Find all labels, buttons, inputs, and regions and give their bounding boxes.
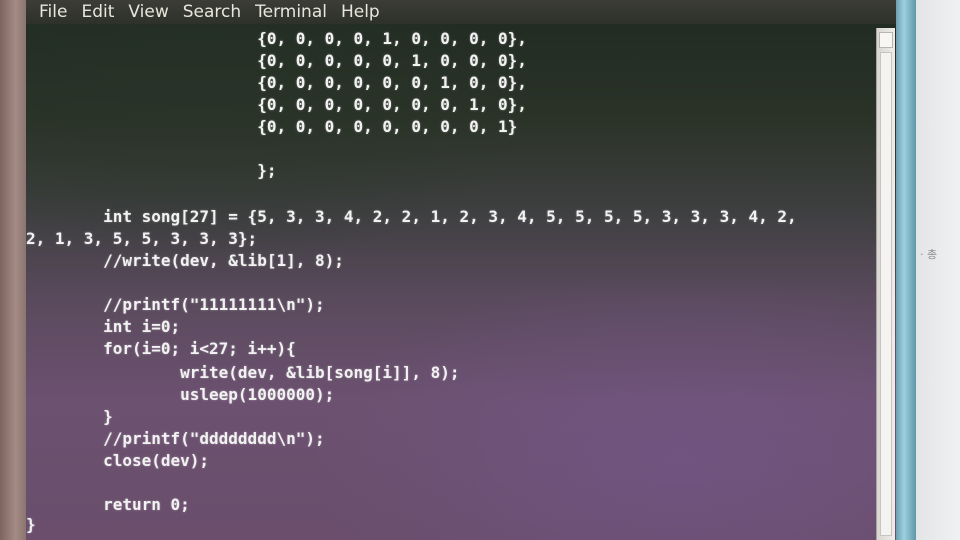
code-line: {0, 0, 0, 0, 1, 0, 0, 0, 0}, [26, 29, 527, 48]
code-line: {0, 0, 0, 0, 0, 0, 0, 1, 0}, [26, 95, 527, 114]
code-line: write(dev, &lib[song[i]], 8); [26, 363, 460, 382]
menu-help[interactable]: Help [334, 1, 387, 23]
screen: File Edit View Search Terminal Help {0, … [0, 0, 960, 540]
code-line: }; [26, 161, 277, 180]
code-line: {0, 0, 0, 0, 0, 0, 1, 0, 0}, [26, 73, 527, 92]
menu-bar: File Edit View Search Terminal Help [26, 0, 898, 24]
desktop-left-edge [0, 0, 26, 540]
code-line: {0, 0, 0, 0, 0, 0, 0, 0, 1} [26, 117, 518, 136]
menu-view[interactable]: View [121, 1, 175, 23]
vertical-scrollbar[interactable] [876, 28, 895, 540]
code-line: //printf("dddddddd\n"); [26, 429, 325, 448]
code-line: } [26, 515, 36, 534]
scroll-up-button[interactable] [879, 32, 893, 48]
terminal-text-area[interactable]: {0, 0, 0, 0, 1, 0, 0, 0, 0}, {0, 0, 0, 0… [26, 28, 874, 540]
menu-file[interactable]: File [32, 1, 74, 23]
menu-edit[interactable]: Edit [74, 1, 121, 23]
background-window [916, 0, 960, 540]
terminal-window[interactable]: File Edit View Search Terminal Help {0, … [26, 0, 898, 540]
window-right-edge [896, 0, 916, 540]
code-line: return 0; [26, 495, 190, 514]
code-line: close(dev); [26, 451, 210, 470]
menu-terminal[interactable]: Terminal [248, 1, 334, 23]
code-line: {0, 0, 0, 0, 0, 1, 0, 0, 0}, [26, 51, 527, 70]
code-line: //printf("11111111\n"); [26, 295, 325, 314]
menu-search[interactable]: Search [176, 1, 248, 23]
code-line: for(i=0; i<27; i++){ [26, 339, 296, 358]
code-line: usleep(1000000); [26, 385, 335, 404]
code-line: int song[27] = {5, 3, 3, 4, 2, 2, 1, 2, … [26, 207, 797, 226]
background-window-text: · 총 [920, 248, 938, 261]
code-line: //write(dev, &lib[1], 8); [26, 251, 344, 270]
code-line: int i=0; [26, 317, 181, 336]
code-line: } [26, 407, 113, 426]
scroll-track[interactable] [880, 52, 892, 536]
code-line: 2, 1, 3, 5, 5, 3, 3, 3}; [26, 229, 258, 248]
